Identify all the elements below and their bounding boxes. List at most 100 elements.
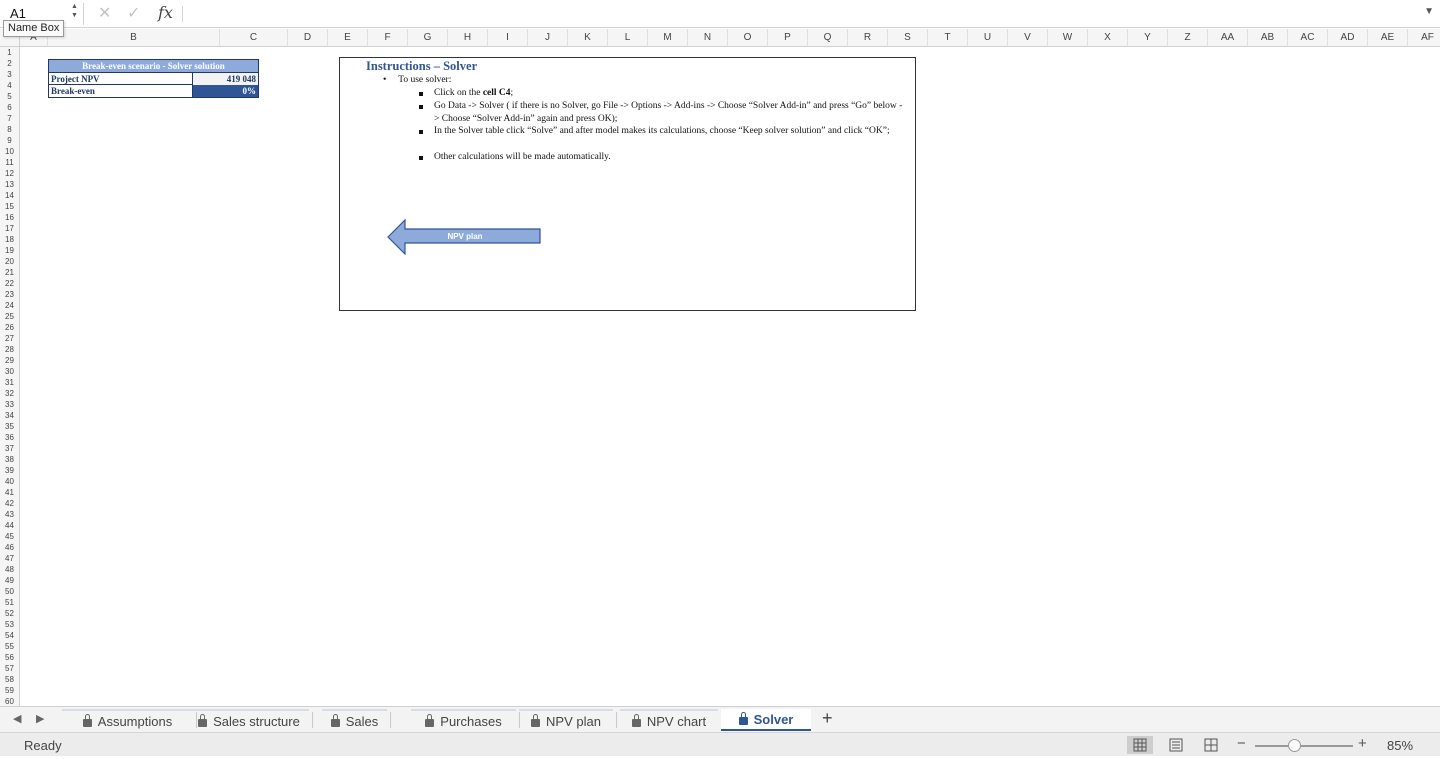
row-header-cell[interactable]: 30 (0, 366, 19, 377)
row-header-cell[interactable]: 14 (0, 190, 19, 201)
row-header-cell[interactable]: 15 (0, 201, 19, 212)
row-header-cell[interactable]: 29 (0, 355, 19, 366)
row-header-cell[interactable]: 58 (0, 674, 19, 685)
expand-formula-bar-icon[interactable]: ▼ (1424, 6, 1434, 17)
column-header-cell[interactable]: Z (1168, 29, 1208, 47)
row-header-cell[interactable]: 1 (0, 47, 19, 58)
worksheet-grid[interactable]: Break-even scenario - Solver solution Pr… (20, 47, 1440, 706)
row-header-cell[interactable]: 40 (0, 476, 19, 487)
column-header-cell[interactable]: AE (1368, 29, 1408, 47)
row-header-cell[interactable]: 48 (0, 564, 19, 575)
sheet-tab-solver[interactable]: Solver (721, 709, 811, 731)
column-header-cell[interactable]: M (648, 29, 688, 47)
sheet-tab-sales-structure[interactable]: Sales structure (189, 709, 309, 731)
sheet-tab-purchases[interactable]: Purchases (411, 709, 516, 731)
column-header-cell[interactable]: Q (808, 29, 848, 47)
row-header-cell[interactable]: 8 (0, 124, 19, 135)
row-header-cell[interactable]: 59 (0, 685, 19, 696)
sheet-tab-npv-plan[interactable]: NPV plan (519, 709, 613, 731)
name-box-dropdown-icon[interactable]: ▲ ▼ (71, 2, 78, 20)
column-header-cell[interactable]: K (568, 29, 608, 47)
page-layout-view-button[interactable] (1163, 736, 1189, 754)
row-header-cell[interactable]: 34 (0, 410, 19, 421)
row-header-cell[interactable]: 35 (0, 421, 19, 432)
row-header-cell[interactable]: 57 (0, 663, 19, 674)
column-header-cell[interactable]: Y (1128, 29, 1168, 47)
break-even-value-cell-c4[interactable]: 0% (192, 85, 258, 97)
column-header-cell[interactable]: O (728, 29, 768, 47)
column-header-cell[interactable]: H (448, 29, 488, 47)
column-header-cell[interactable]: B (48, 29, 220, 47)
zoom-out-button[interactable]: − (1237, 735, 1246, 752)
sheet-tab-sales[interactable]: Sales (322, 709, 387, 731)
row-header-cell[interactable]: 18 (0, 234, 19, 245)
row-header-cell[interactable]: 2 (0, 58, 19, 69)
project-npv-label[interactable]: Project NPV (51, 73, 100, 85)
npv-plan-arrow-button[interactable]: NPV plan (387, 219, 542, 255)
row-header-cell[interactable]: 20 (0, 256, 19, 267)
column-header-cell[interactable]: AD (1328, 29, 1368, 47)
add-sheet-button[interactable]: + (822, 708, 833, 729)
row-header-cell[interactable]: 12 (0, 168, 19, 179)
zoom-in-button[interactable]: + (1358, 735, 1367, 752)
row-header-cell[interactable]: 45 (0, 531, 19, 542)
row-header-cell[interactable]: 42 (0, 498, 19, 509)
row-header-cell[interactable]: 26 (0, 322, 19, 333)
row-header-cell[interactable]: 60 (0, 696, 19, 706)
column-header-cell[interactable]: AC (1288, 29, 1328, 47)
break-even-label[interactable]: Break-even (51, 85, 95, 97)
row-header-cell[interactable]: 28 (0, 344, 19, 355)
column-header-cell[interactable]: C (220, 29, 288, 47)
row-header-cell[interactable]: 46 (0, 542, 19, 553)
row-header-cell[interactable]: 47 (0, 553, 19, 564)
row-header-cell[interactable]: 49 (0, 575, 19, 586)
row-header-cell[interactable]: 54 (0, 630, 19, 641)
row-header-cell[interactable]: 4 (0, 80, 19, 91)
row-header-cell[interactable]: 9 (0, 135, 19, 146)
row-header-cell[interactable]: 51 (0, 597, 19, 608)
instructions-textbox[interactable]: Instructions – Solver • To use solver: C… (339, 57, 916, 311)
row-header-cell[interactable]: 36 (0, 432, 19, 443)
row-header-cell[interactable]: 13 (0, 179, 19, 190)
row-header-cell[interactable]: 24 (0, 300, 19, 311)
column-header-cell[interactable]: L (608, 29, 648, 47)
column-header-cell[interactable]: N (688, 29, 728, 47)
row-header-cell[interactable]: 44 (0, 520, 19, 531)
row-header-cell[interactable]: 32 (0, 388, 19, 399)
column-header-cell[interactable]: F (368, 29, 408, 47)
column-header-cell[interactable]: AA (1208, 29, 1248, 47)
zoom-level[interactable]: 85% (1387, 738, 1413, 753)
row-header-cell[interactable]: 50 (0, 586, 19, 597)
row-header-cell[interactable]: 6 (0, 102, 19, 113)
zoom-slider-thumb[interactable] (1288, 739, 1301, 752)
row-header-cell[interactable]: 17 (0, 223, 19, 234)
previous-sheet-icon[interactable]: ◀ (13, 712, 21, 725)
row-header-cell[interactable]: 11 (0, 157, 19, 168)
row-header-cell[interactable]: 22 (0, 278, 19, 289)
column-header-cell[interactable]: G (408, 29, 448, 47)
row-header-cell[interactable]: 10 (0, 146, 19, 157)
zoom-slider-track[interactable] (1255, 745, 1353, 747)
column-header-cell[interactable]: AF (1408, 29, 1440, 47)
normal-view-button[interactable] (1127, 736, 1153, 754)
row-header-cell[interactable]: 23 (0, 289, 19, 300)
confirm-icon[interactable]: ✓ (127, 3, 140, 23)
column-header-cell[interactable]: P (768, 29, 808, 47)
column-header-cell[interactable]: I (488, 29, 528, 47)
cancel-icon[interactable]: ✕ (98, 3, 111, 23)
row-header-cell[interactable]: 33 (0, 399, 19, 410)
row-header-cell[interactable]: 16 (0, 212, 19, 223)
row-header-cell[interactable]: 31 (0, 377, 19, 388)
column-header-cell[interactable]: AB (1248, 29, 1288, 47)
row-header-cell[interactable]: 3 (0, 69, 19, 80)
column-header-cell[interactable]: R (848, 29, 888, 47)
row-header-cell[interactable]: 55 (0, 641, 19, 652)
column-header-cell[interactable]: X (1088, 29, 1128, 47)
row-header-cell[interactable]: 53 (0, 619, 19, 630)
column-header-cell[interactable]: V (1008, 29, 1048, 47)
row-header-cell[interactable]: 25 (0, 311, 19, 322)
row-header-cell[interactable]: 38 (0, 454, 19, 465)
page-break-view-button[interactable] (1198, 736, 1224, 754)
row-header-cell[interactable]: 21 (0, 267, 19, 278)
column-header-cell[interactable]: S (888, 29, 928, 47)
